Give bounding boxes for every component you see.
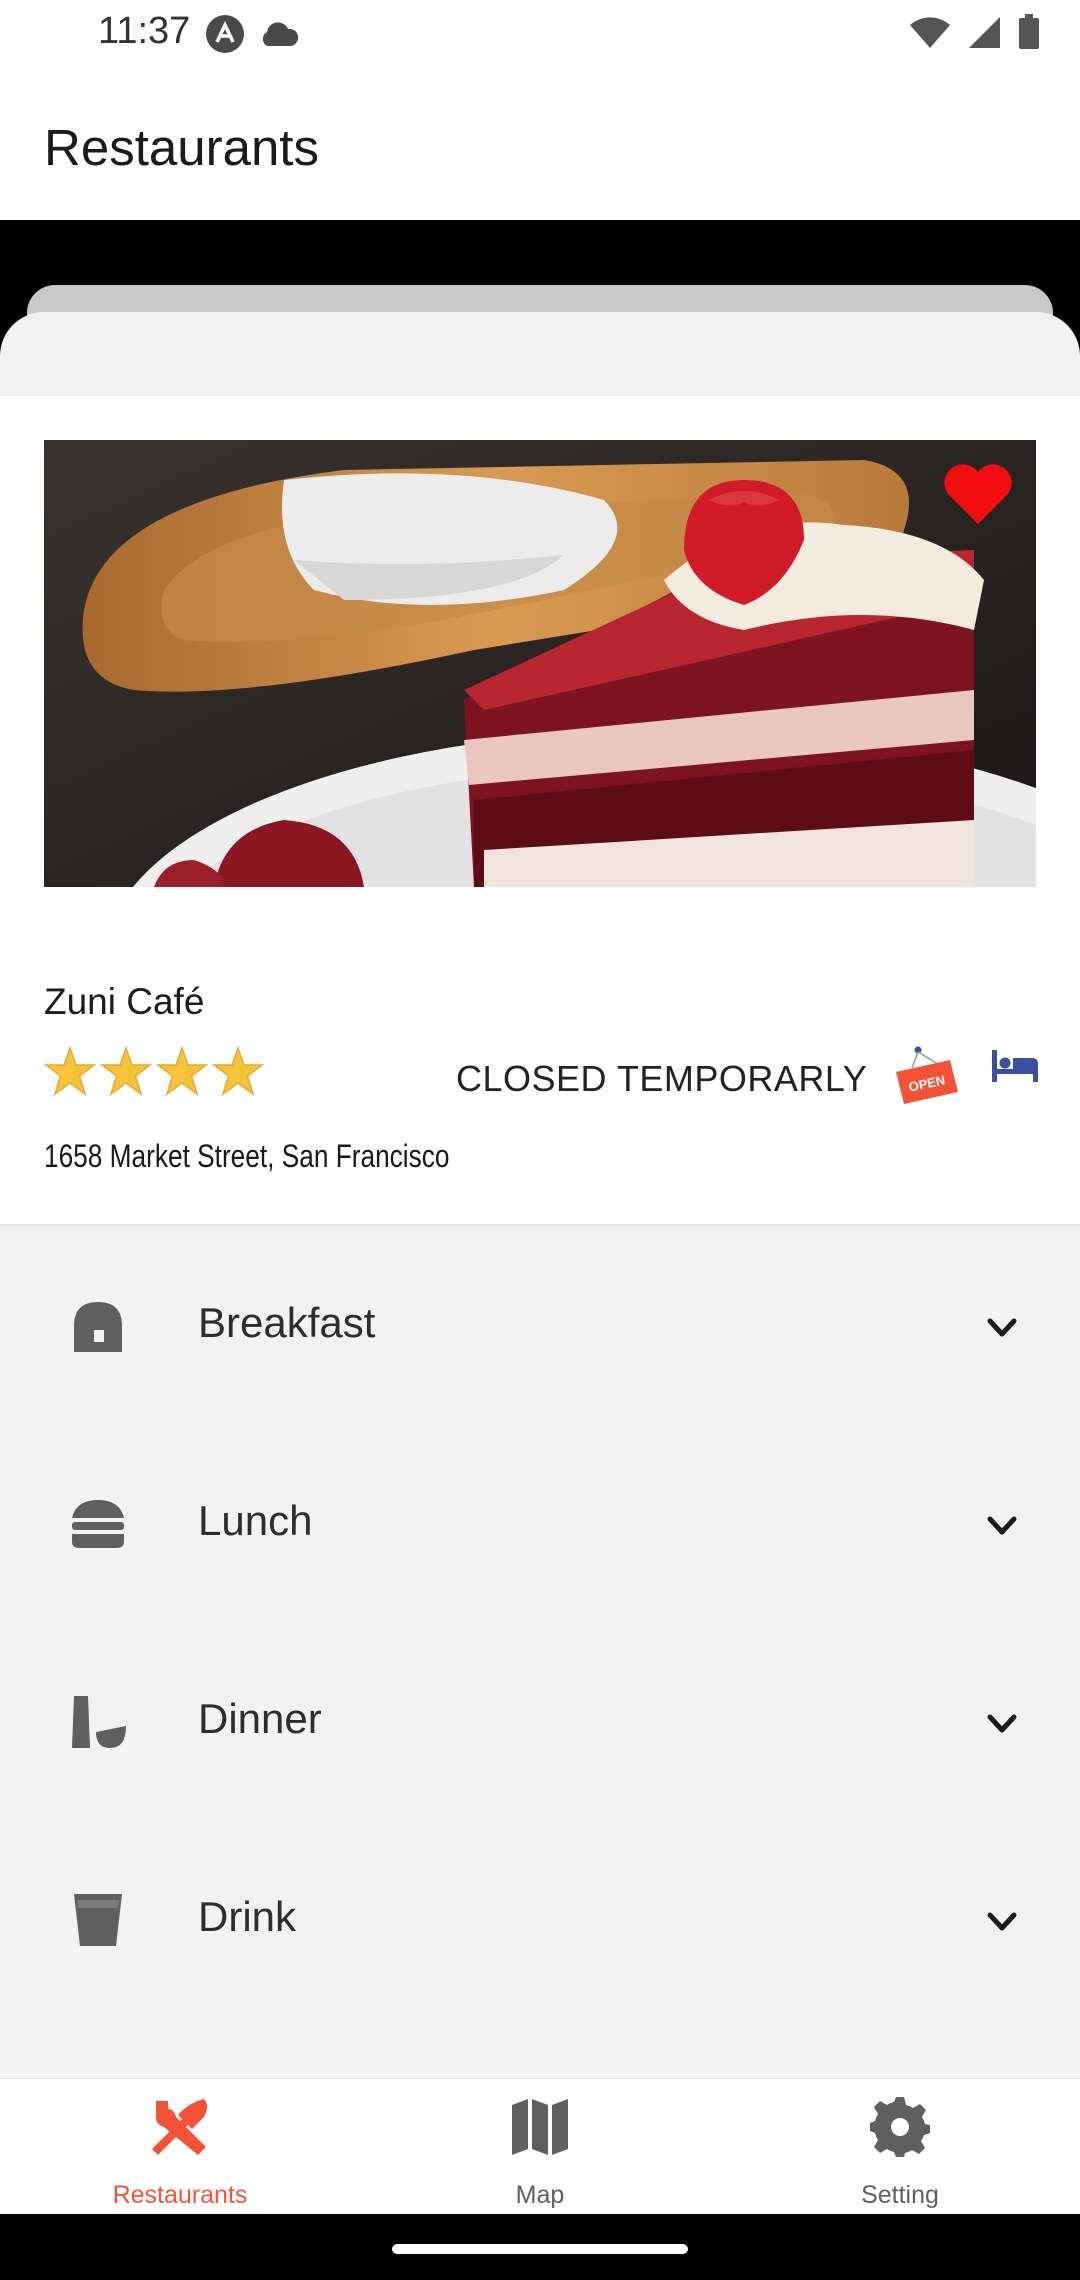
- open-sign-icon: OPEN: [896, 1046, 958, 1104]
- restaurant-photo: [44, 440, 1036, 887]
- gear-icon: [870, 2097, 930, 2157]
- status-bar: 11:37: [0, 0, 1080, 70]
- nav-label: Setting: [861, 2181, 939, 2209]
- bottle-bowl-icon: [72, 1696, 126, 1748]
- restaurant-address: 1658 Market Street, San Francisco: [44, 1138, 450, 1174]
- menu-item-breakfast[interactable]: Breakfast: [0, 1226, 1080, 1424]
- signal-icon: [969, 17, 1000, 48]
- favorite-button[interactable]: [942, 462, 1014, 526]
- nav-label: Restaurants: [112, 2181, 248, 2209]
- glass-icon: [74, 1894, 122, 1946]
- menu-item-label: Drink: [198, 1893, 297, 1940]
- menu-item-dinner[interactable]: Dinner: [0, 1622, 1080, 1820]
- star-icon: [44, 1046, 96, 1096]
- map-icon: [512, 2099, 568, 2155]
- chevron-down-icon: [987, 1912, 1017, 1931]
- app-notification-icon: [206, 15, 244, 53]
- nav-label: Map: [515, 2181, 565, 2209]
- chevron-down-icon: [987, 1516, 1017, 1535]
- restaurant-name: Zuni Café: [44, 981, 205, 1022]
- menu-item-drink[interactable]: Drink: [0, 1820, 1080, 2018]
- bottom-navigation: Restaurants Map Setting: [0, 2078, 1080, 2215]
- menu-item-lunch[interactable]: Lunch: [0, 1424, 1080, 1622]
- bread-icon: [74, 1302, 122, 1352]
- status-text: CLOSED TEMPORARLY: [456, 1058, 868, 1099]
- burger-icon: [72, 1500, 124, 1548]
- cloud-icon: [262, 22, 299, 46]
- menu-item-label: Breakfast: [198, 1299, 376, 1346]
- menu-item-label: Dinner: [198, 1695, 322, 1742]
- menu-item-label: Lunch: [198, 1497, 313, 1544]
- cake-photo-illustration: [44, 440, 1036, 887]
- app-bar: Restaurants: [0, 70, 1080, 220]
- chevron-down-icon: [987, 1318, 1017, 1337]
- page-title: Restaurants: [44, 119, 319, 176]
- battery-icon: [1019, 14, 1039, 49]
- status-left-icons: [205, 14, 299, 54]
- star-icon: [156, 1046, 208, 1096]
- nav-item-map[interactable]: Map: [360, 2079, 720, 2215]
- nav-item-restaurants[interactable]: Restaurants: [0, 2079, 360, 2215]
- heart-icon: [944, 464, 1012, 524]
- restaurant-card[interactable]: Zuni Café CLOSED TEMPORARLY OPEN 1658 Ma…: [0, 396, 1080, 1224]
- star-icon: [100, 1046, 152, 1096]
- nav-item-setting[interactable]: Setting: [720, 2079, 1080, 2215]
- home-gesture-handle[interactable]: [392, 2244, 688, 2254]
- bed-icon: [992, 1050, 1038, 1082]
- rating-stars: [44, 1046, 264, 1098]
- star-icon: [212, 1046, 264, 1096]
- status-right-icons: [908, 14, 1040, 50]
- wifi-icon: [910, 17, 950, 48]
- utensils-icon: [152, 2099, 207, 2155]
- status-time: 11:37: [98, 10, 191, 52]
- chevron-down-icon: [987, 1714, 1017, 1733]
